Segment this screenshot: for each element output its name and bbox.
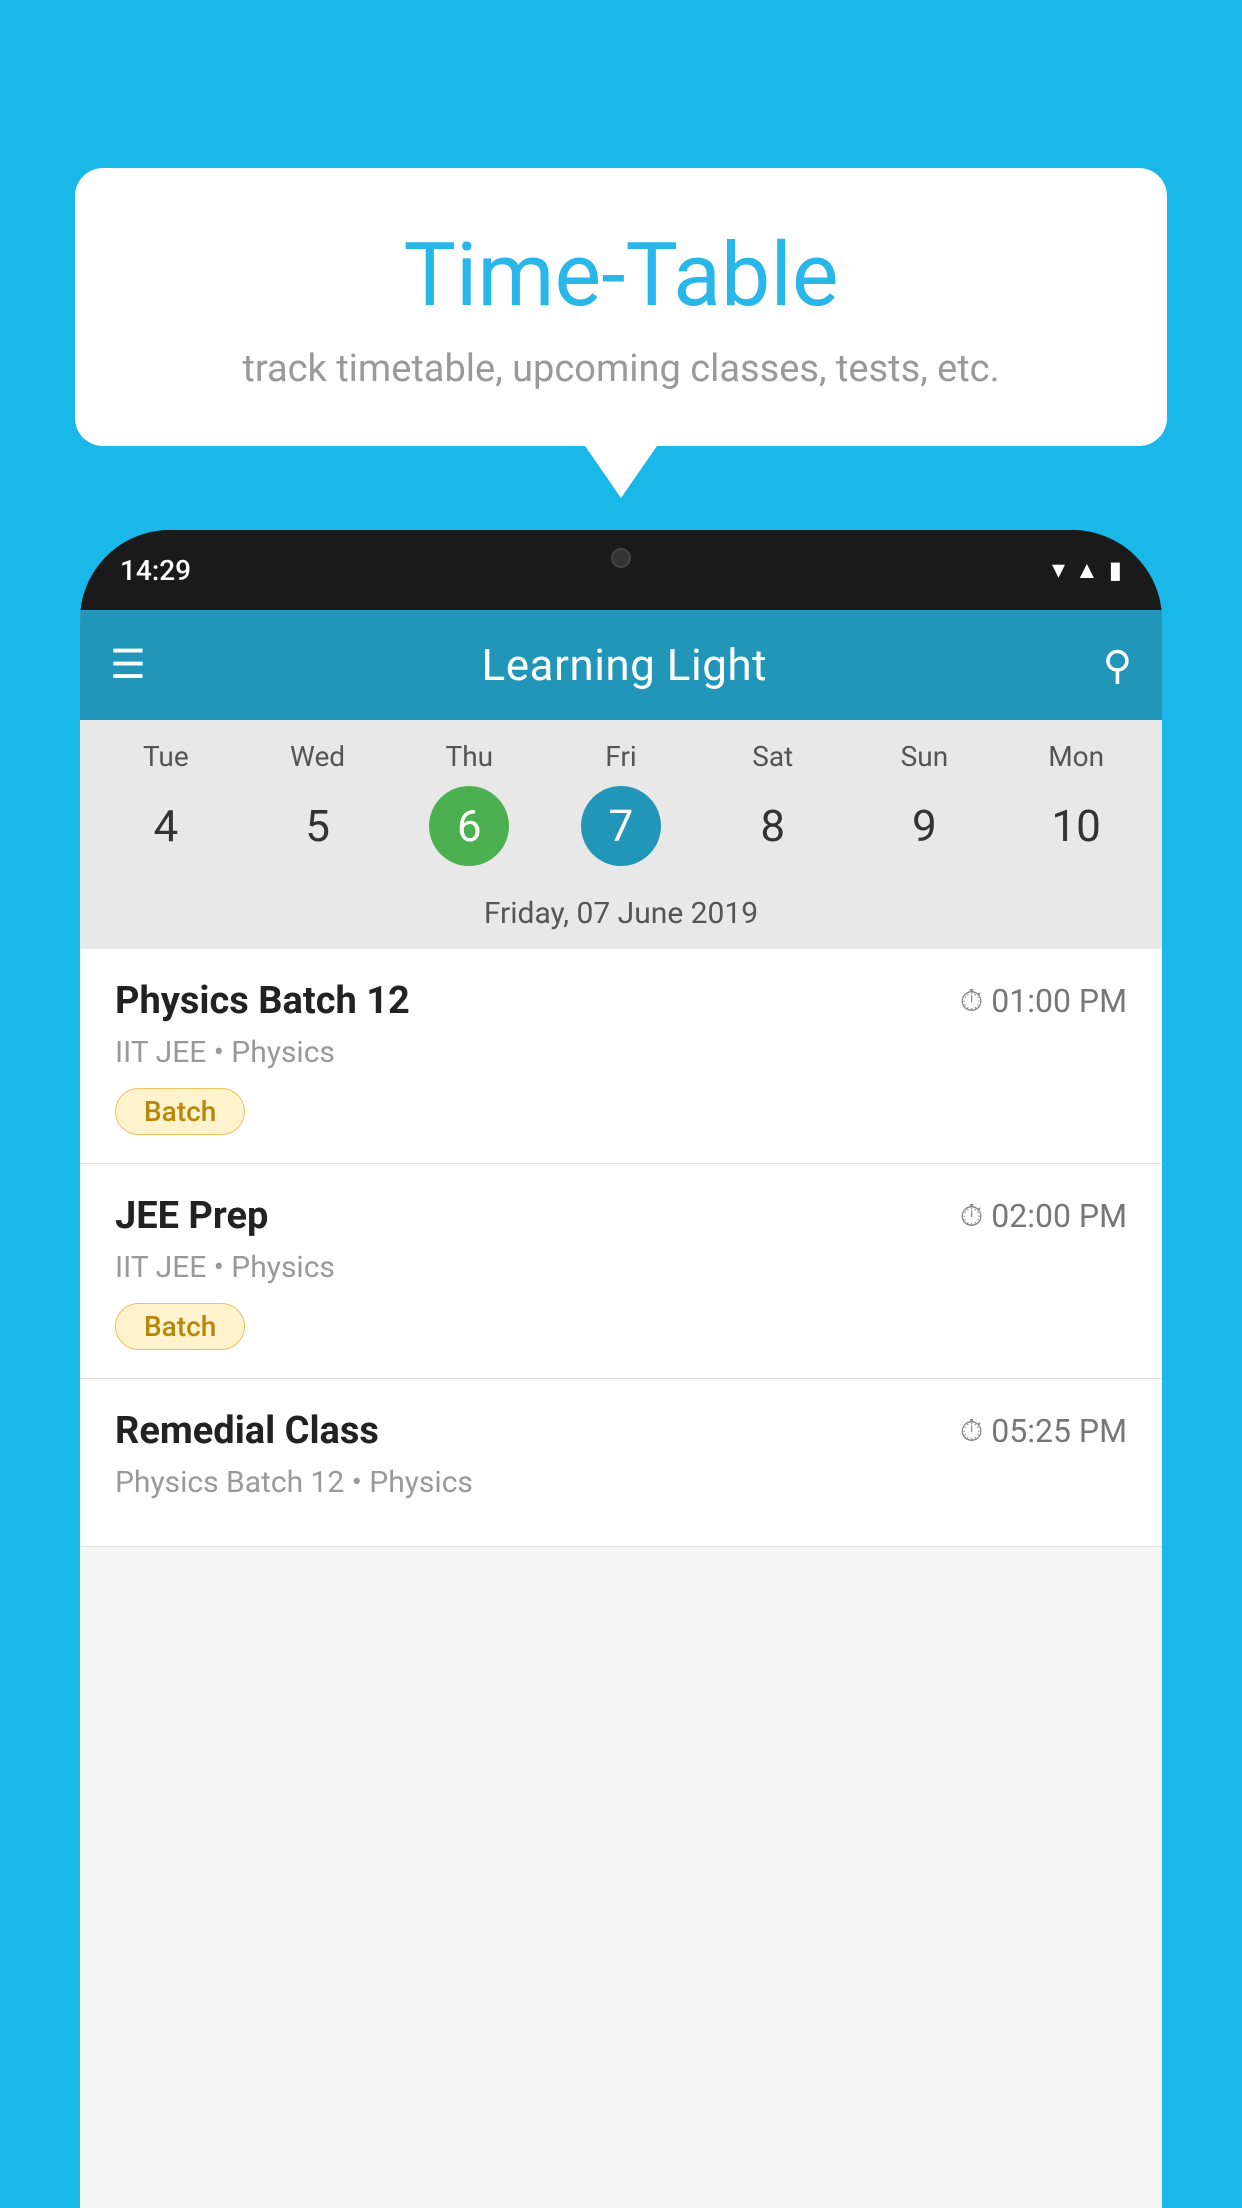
schedule-item-1[interactable]: Physics Batch 12 ⏱ 01:00 PM IIT JEE • Ph… <box>80 949 1162 1164</box>
item-1-subtitle: IIT JEE • Physics <box>115 1035 1127 1070</box>
day-name-sat: Sat <box>697 740 849 773</box>
clock-icon-1: ⏱ <box>960 984 983 1019</box>
day-name-thu: Thu <box>393 740 545 773</box>
clock-icon-2: ⏱ <box>960 1199 983 1234</box>
item-1-time: ⏱ 01:00 PM <box>960 982 1127 1020</box>
day-7-selected[interactable]: 7 <box>581 786 661 866</box>
item-2-header: JEE Prep ⏱ 02:00 PM <box>115 1194 1127 1238</box>
clock-icon-3: ⏱ <box>960 1414 983 1449</box>
day-10[interactable]: 10 <box>1000 786 1152 866</box>
bubble-subtitle: track timetable, upcoming classes, tests… <box>125 347 1117 391</box>
item-3-time: ⏱ 05:25 PM <box>960 1412 1127 1450</box>
app-title: Learning Light <box>482 639 768 691</box>
item-2-badge: Batch <box>115 1303 245 1350</box>
day-9[interactable]: 9 <box>849 786 1001 866</box>
wifi-icon: ▾ <box>1052 555 1065 585</box>
day-name-wed: Wed <box>242 740 394 773</box>
camera <box>611 548 631 568</box>
day-6-today[interactable]: 6 <box>429 786 509 866</box>
calendar-week: Tue Wed Thu Fri Sat Sun Mon 4 5 6 7 8 9 … <box>80 720 1162 949</box>
selected-date-label: Friday, 07 June 2019 <box>80 886 1162 949</box>
phone-frame: 14:29 ▾ ▲ ▮ ☰ Learning Light ⚲ Tue Wed T… <box>80 530 1162 2208</box>
day-numbers-row: 4 5 6 7 8 9 10 <box>80 781 1162 886</box>
bubble-title: Time-Table <box>125 228 1117 325</box>
search-icon[interactable]: ⚲ <box>1103 642 1132 689</box>
schedule-item-2[interactable]: JEE Prep ⏱ 02:00 PM IIT JEE • Physics Ba… <box>80 1164 1162 1379</box>
status-bar: 14:29 ▾ ▲ ▮ <box>80 530 1162 610</box>
item-3-title: Remedial Class <box>115 1409 379 1453</box>
item-2-title: JEE Prep <box>115 1194 268 1238</box>
battery-icon: ▮ <box>1109 556 1122 584</box>
item-3-header: Remedial Class ⏱ 05:25 PM <box>115 1409 1127 1453</box>
hamburger-menu-icon[interactable]: ☰ <box>110 645 146 685</box>
day-name-tue: Tue <box>90 740 242 773</box>
signal-icon: ▲ <box>1075 556 1099 585</box>
day-name-sun: Sun <box>849 740 1001 773</box>
schedule-item-3[interactable]: Remedial Class ⏱ 05:25 PM Physics Batch … <box>80 1379 1162 1547</box>
app-screen: ☰ Learning Light ⚲ Tue Wed Thu Fri Sat S… <box>80 610 1162 2208</box>
schedule-list: Physics Batch 12 ⏱ 01:00 PM IIT JEE • Ph… <box>80 949 1162 1547</box>
day-name-mon: Mon <box>1000 740 1152 773</box>
item-3-subtitle: Physics Batch 12 • Physics <box>115 1465 1127 1500</box>
status-time: 14:29 <box>120 554 191 587</box>
item-1-badge: Batch <box>115 1088 245 1135</box>
item-1-header: Physics Batch 12 ⏱ 01:00 PM <box>115 979 1127 1023</box>
day-4[interactable]: 4 <box>90 786 242 866</box>
day-names-row: Tue Wed Thu Fri Sat Sun Mon <box>80 720 1162 781</box>
speech-bubble: Time-Table track timetable, upcoming cla… <box>75 168 1167 446</box>
item-1-title: Physics Batch 12 <box>115 979 410 1023</box>
day-name-fri: Fri <box>545 740 697 773</box>
item-2-time: ⏱ 02:00 PM <box>960 1197 1127 1235</box>
app-header: ☰ Learning Light ⚲ <box>80 610 1162 720</box>
day-8[interactable]: 8 <box>697 786 849 866</box>
phone-notch <box>541 530 701 585</box>
day-5[interactable]: 5 <box>242 786 394 866</box>
status-icons: ▾ ▲ ▮ <box>1052 555 1122 585</box>
item-2-subtitle: IIT JEE • Physics <box>115 1250 1127 1285</box>
